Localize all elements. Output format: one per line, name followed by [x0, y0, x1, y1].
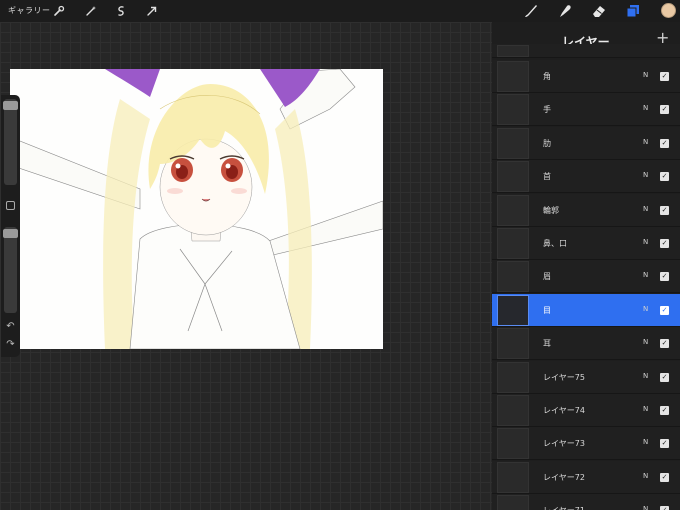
layer-thumbnail[interactable]: [497, 127, 529, 159]
layer-thumbnail[interactable]: [497, 428, 529, 460]
visibility-checkbox[interactable]: ✓: [660, 472, 669, 482]
visibility-checkbox[interactable]: ✓: [660, 72, 669, 81]
smudge-icon[interactable]: [556, 2, 574, 20]
anime-girl-illustration: [10, 69, 383, 349]
layer-row[interactable]: 眉 N ✓: [492, 260, 680, 294]
blend-mode-button[interactable]: N: [643, 205, 648, 213]
layer-row[interactable]: 首 N ✓: [492, 160, 680, 194]
brush-size-knob[interactable]: [3, 101, 18, 110]
layer-thumbnail[interactable]: [497, 261, 529, 293]
visibility-checkbox[interactable]: ✓: [660, 339, 669, 349]
layer-name: 目: [543, 305, 551, 315]
opacity-slider[interactable]: [3, 227, 18, 313]
blend-mode-button[interactable]: N: [643, 472, 648, 480]
top-toolbar: ギャラリー: [0, 0, 680, 22]
layer-name: 肋: [543, 138, 551, 148]
transform-arrow-icon[interactable]: [144, 3, 160, 19]
visibility-checkbox[interactable]: ✓: [660, 506, 669, 510]
wrench-icon[interactable]: [51, 3, 67, 19]
visibility-checkbox[interactable]: ✓: [660, 305, 669, 315]
blend-mode-button[interactable]: N: [643, 71, 648, 79]
blend-mode-button[interactable]: N: [643, 505, 648, 510]
visibility-checkbox[interactable]: ✓: [660, 272, 669, 282]
layer-row[interactable]: 角 N ✓: [492, 60, 680, 93]
layer-name: レイヤー74: [543, 406, 585, 415]
layer-name: 角: [543, 72, 551, 81]
magic-wand-icon[interactable]: [83, 3, 99, 19]
layer-thumbnail[interactable]: [497, 495, 529, 510]
layer-thumbnail[interactable]: [497, 395, 529, 426]
layer-thumbnail[interactable]: [497, 328, 529, 360]
layers-panel: レイヤー + 角 N ✓ 手 N ✓ 肋 N ✓ 首 N ✓ 輪郭 N ✓ 鼻、口 N ✓ 眉 N ✓ 目 N ✓ 耳 N ✓ レイヤ…: [492, 22, 680, 510]
layer-thumbnail[interactable]: [497, 45, 529, 57]
brush-sidebar: ↶ ↷: [1, 95, 20, 357]
layer-name: レイヤー72: [543, 472, 585, 482]
layer-name: レイヤー71: [543, 505, 585, 510]
opacity-knob[interactable]: [3, 229, 18, 238]
layer-name: 首: [543, 172, 551, 182]
blend-mode-button[interactable]: N: [643, 104, 648, 112]
layer-row[interactable]: レイヤー73 N ✓: [492, 427, 680, 461]
blend-mode-button[interactable]: N: [643, 372, 648, 380]
layer-name: 眉: [543, 272, 551, 282]
redo-icon[interactable]: ↷: [4, 339, 17, 350]
layer-thumbnail[interactable]: [497, 194, 529, 226]
layer-row[interactable]: 手 N ✓: [492, 93, 680, 127]
color-picker-swatch[interactable]: [661, 3, 676, 18]
eraser-icon[interactable]: [590, 2, 608, 20]
layer-thumbnail[interactable]: [497, 294, 529, 326]
selection-icon[interactable]: [113, 3, 129, 19]
layer-name: 耳: [543, 339, 551, 349]
layer-row[interactable]: レイヤー71 N ✓: [492, 494, 680, 510]
layer-thumbnail[interactable]: [497, 228, 529, 259]
layer-row[interactable]: 鼻、口 N ✓: [492, 227, 680, 260]
blend-mode-button[interactable]: N: [643, 338, 648, 346]
brush-size-slider[interactable]: [3, 99, 18, 185]
layer-row[interactable]: 輪郭 N ✓: [492, 193, 680, 227]
layer-row[interactable]: 目 N ✓: [492, 293, 680, 327]
layer-name: 輪郭: [543, 205, 559, 215]
layer-name: 鼻、口: [543, 239, 567, 248]
visibility-checkbox[interactable]: ✓: [660, 205, 669, 215]
layer-thumbnail[interactable]: [497, 94, 529, 126]
modify-button[interactable]: [6, 201, 15, 210]
layer-row[interactable]: 耳 N ✓: [492, 327, 680, 361]
layer-row[interactable]: レイヤー75 N ✓: [492, 360, 680, 394]
visibility-checkbox[interactable]: ✓: [660, 138, 669, 148]
blend-mode-button[interactable]: N: [643, 238, 648, 246]
layer-name: レイヤー73: [543, 439, 585, 449]
blend-mode-button[interactable]: N: [643, 405, 648, 413]
layer-row[interactable]: レイヤー72 N ✓: [492, 460, 680, 494]
gallery-button[interactable]: ギャラリー: [8, 5, 51, 16]
layer-thumbnail[interactable]: [497, 61, 529, 92]
layers-icon[interactable]: [624, 2, 642, 20]
layer-row[interactable]: [492, 44, 680, 58]
layer-row[interactable]: レイヤー74 N ✓: [492, 394, 680, 427]
blend-mode-button[interactable]: N: [643, 138, 648, 146]
visibility-checkbox[interactable]: ✓: [660, 406, 669, 415]
layer-thumbnail[interactable]: [497, 461, 529, 493]
visibility-checkbox[interactable]: ✓: [660, 105, 669, 115]
layer-thumbnail[interactable]: [497, 361, 529, 393]
visibility-checkbox[interactable]: ✓: [660, 439, 669, 449]
layer-name: レイヤー75: [543, 372, 585, 382]
blend-mode-button[interactable]: N: [643, 171, 648, 179]
layer-thumbnail[interactable]: [497, 161, 529, 193]
blend-mode-button[interactable]: N: [643, 271, 648, 279]
brush-icon[interactable]: [522, 2, 540, 20]
artwork-canvas[interactable]: [10, 69, 383, 349]
visibility-checkbox[interactable]: ✓: [660, 172, 669, 182]
layer-row[interactable]: 肋 N ✓: [492, 126, 680, 160]
visibility-checkbox[interactable]: ✓: [660, 239, 669, 248]
blend-mode-button[interactable]: N: [643, 438, 648, 446]
blend-mode-button[interactable]: N: [643, 305, 648, 313]
undo-icon[interactable]: ↶: [4, 321, 17, 332]
visibility-checkbox[interactable]: ✓: [660, 372, 669, 382]
layer-name: 手: [543, 105, 551, 115]
